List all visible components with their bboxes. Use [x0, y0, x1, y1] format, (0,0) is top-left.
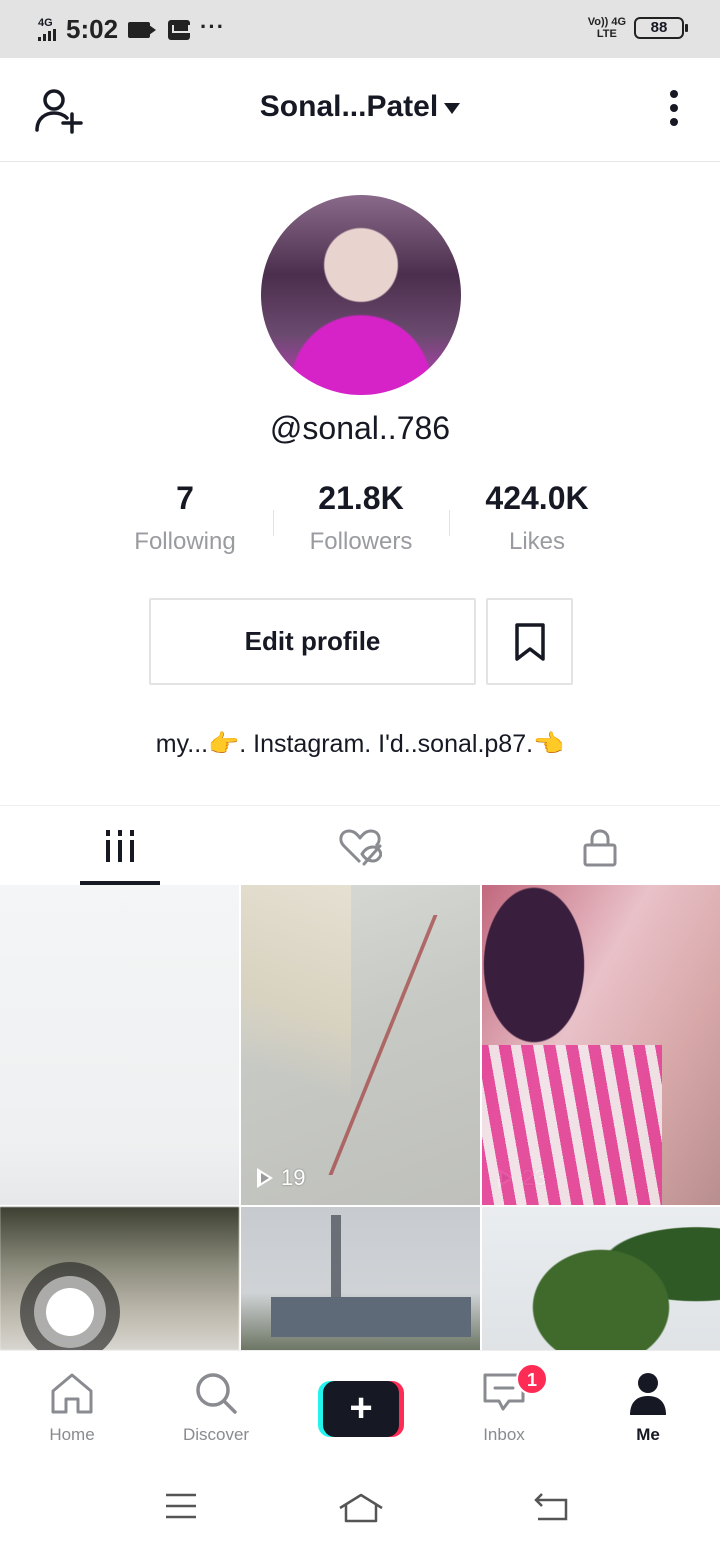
- account-name: Sonal...Patel: [259, 90, 439, 123]
- stat-label: Followers: [309, 528, 413, 555]
- assistive-touch-button[interactable]: [20, 1262, 120, 1362]
- status-bar: 4G 5:02 ··· Vo)) 4G LTE 88: [0, 0, 720, 58]
- avatar[interactable]: [261, 195, 461, 395]
- favorites-button[interactable]: [486, 598, 573, 685]
- nav-label: Inbox: [483, 1425, 525, 1444]
- video-camera-icon: [128, 21, 157, 38]
- more-notifications-icon: ···: [200, 13, 226, 39]
- stat-likes[interactable]: 424.0K Likes: [452, 480, 622, 556]
- nav-inbox[interactable]: Inbox: [432, 1351, 576, 1463]
- lock-icon: [583, 829, 617, 867]
- video-thumbnail[interactable]: 19: [241, 885, 480, 1205]
- bottom-nav: Home Discover + Inbox 1 Me: [0, 1350, 720, 1462]
- stat-following[interactable]: 7 Following: [100, 480, 270, 556]
- stat-value: 424.0K: [485, 480, 589, 516]
- chevron-down-icon: [444, 102, 461, 114]
- inbox-badge: 1: [516, 1363, 548, 1395]
- nav-label: Home: [49, 1425, 95, 1444]
- nav-me[interactable]: Me: [576, 1351, 720, 1463]
- profile-bio: my...👉. Instagram. I'd..sonal.p87.👈: [155, 730, 565, 758]
- person-icon: [630, 1373, 666, 1415]
- stat-value: 21.8K: [318, 480, 404, 516]
- view-count: 19: [257, 1165, 305, 1191]
- nav-label: Discover: [182, 1425, 250, 1444]
- tab-videos[interactable]: [0, 806, 240, 886]
- nav-label: Me: [636, 1425, 660, 1444]
- video-thumbnail[interactable]: [0, 885, 239, 1205]
- play-icon: [498, 1168, 514, 1188]
- video-thumbnail[interactable]: 23: [482, 885, 720, 1205]
- bookmark-icon: [515, 623, 545, 661]
- nav-home[interactable]: Home: [0, 1351, 144, 1463]
- nav-discover[interactable]: Discover: [144, 1351, 288, 1463]
- video-thumbnail[interactable]: [241, 1207, 480, 1350]
- profile-header: Sonal...Patel: [0, 58, 720, 162]
- tab-private[interactable]: [480, 806, 720, 886]
- create-video-button[interactable]: +: [318, 1381, 404, 1437]
- more-options-button[interactable]: [664, 90, 684, 132]
- battery-icon: 88: [634, 17, 688, 39]
- home-button-icon[interactable]: [337, 1492, 385, 1524]
- stat-label: Likes: [508, 528, 566, 555]
- menu-icon[interactable]: [164, 1492, 198, 1520]
- clock: 5:02: [66, 14, 119, 44]
- status-bar-right: Vo)) 4G LTE 88: [587, 16, 688, 40]
- profile-stats: 7 Following 21.8K Followers 424.0K Likes: [100, 480, 620, 570]
- plus-icon: +: [349, 1386, 373, 1430]
- stat-followers[interactable]: 21.8K Followers: [276, 480, 446, 556]
- view-count: 23: [498, 1165, 546, 1191]
- play-icon: [257, 1168, 273, 1188]
- tab-liked[interactable]: [240, 806, 480, 886]
- lte-indicator: Vo)) 4G LTE: [587, 16, 626, 40]
- signal-icon: 4G: [38, 18, 56, 41]
- divider: [273, 510, 274, 536]
- username: @sonal..786: [269, 410, 451, 446]
- video-thumbnail[interactable]: [482, 1207, 720, 1350]
- content-tabs: [0, 805, 720, 885]
- home-icon: [51, 1373, 93, 1414]
- system-nav-bar: [0, 1462, 720, 1552]
- divider: [449, 510, 450, 536]
- edit-profile-button[interactable]: Edit profile: [149, 598, 476, 685]
- status-bar-left: 4G 5:02 ···: [38, 14, 225, 45]
- search-icon: [196, 1373, 237, 1414]
- account-switcher[interactable]: Sonal...Patel: [0, 90, 720, 124]
- message-icon: [168, 19, 191, 40]
- grid-icon: [106, 830, 134, 862]
- stat-label: Following: [134, 528, 236, 555]
- stat-value: 7: [176, 480, 194, 516]
- network-type: 4G: [38, 17, 53, 29]
- more-icon: [670, 90, 678, 98]
- back-icon[interactable]: [532, 1492, 570, 1522]
- hidden-heart-icon: [339, 829, 382, 866]
